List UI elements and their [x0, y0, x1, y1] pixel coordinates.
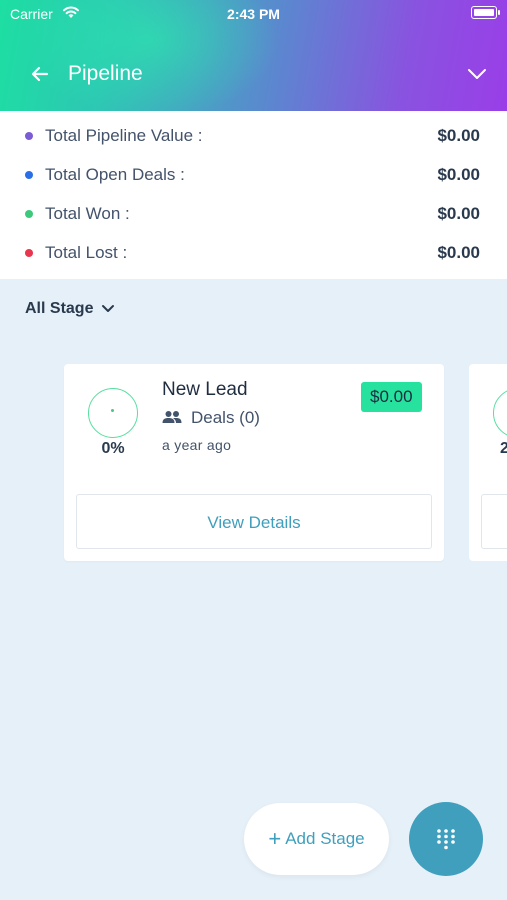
- stage-card[interactable]: 0% New Lead Deals (0) a year ago $0.00 V…: [64, 364, 444, 561]
- lost-dot: [25, 249, 33, 257]
- back-arrow-icon[interactable]: [28, 62, 52, 86]
- summary-label: Total Won :: [45, 204, 130, 223]
- summary-label: Total Open Deals :: [45, 165, 185, 184]
- clock: 2:43 PM: [227, 6, 280, 22]
- summary-row-open-deals: Total Open Deals : $0.00: [0, 161, 507, 191]
- dots-grid-icon: [437, 829, 455, 850]
- page-title: Pipeline: [68, 62, 143, 85]
- stage-timestamp: a year ago: [162, 437, 232, 453]
- summary-label: Total Lost :: [45, 243, 128, 262]
- stage-amount-badge: $0.00: [361, 382, 422, 412]
- chevron-down-icon[interactable]: [467, 66, 487, 82]
- summary-value: $0.00: [437, 204, 480, 223]
- won-dot: [25, 210, 33, 218]
- progress-ring: [88, 388, 138, 438]
- plus-icon: +: [268, 826, 282, 851]
- chevron-down-icon: [102, 305, 115, 312]
- summary-row-won: Total Won : $0.00: [0, 200, 507, 230]
- view-details-button[interactable]: [481, 494, 507, 549]
- battery-icon: [471, 6, 500, 19]
- people-icon: [162, 411, 182, 423]
- deals-count: Deals (0): [191, 408, 260, 427]
- summary-value: $0.00: [437, 126, 480, 145]
- stage-name: New Lead: [162, 379, 248, 400]
- stage-percent-partial: 2: [500, 440, 507, 457]
- stage-card-next[interactable]: 2: [469, 364, 507, 561]
- stage-filter-dropdown[interactable]: All Stage: [25, 300, 115, 318]
- progress-ring: [493, 388, 507, 438]
- pipeline-summary: Total Pipeline Value : $0.00 Total Open …: [0, 111, 507, 279]
- summary-value: $0.00: [437, 243, 480, 262]
- open-deals-dot: [25, 171, 33, 179]
- summary-label: Total Pipeline Value :: [45, 126, 203, 145]
- summary-row-lost: Total Lost : $0.00: [0, 239, 507, 269]
- add-stage-label: Add Stage: [285, 829, 365, 848]
- dialpad-fab-button[interactable]: [409, 802, 483, 876]
- stage-filter-label: All Stage: [25, 300, 94, 317]
- header-bar: Carrier 2:43 PM Pipeline: [0, 0, 507, 111]
- pipeline-value-dot: [25, 132, 33, 140]
- stage-percent: 0%: [101, 440, 125, 457]
- view-details-button[interactable]: View Details: [76, 494, 432, 549]
- add-stage-button[interactable]: + Add Stage: [244, 803, 389, 875]
- summary-row-pipeline-value: Total Pipeline Value : $0.00: [0, 122, 507, 152]
- summary-value: $0.00: [437, 165, 480, 184]
- status-bar: Carrier 2:43 PM: [0, 0, 507, 28]
